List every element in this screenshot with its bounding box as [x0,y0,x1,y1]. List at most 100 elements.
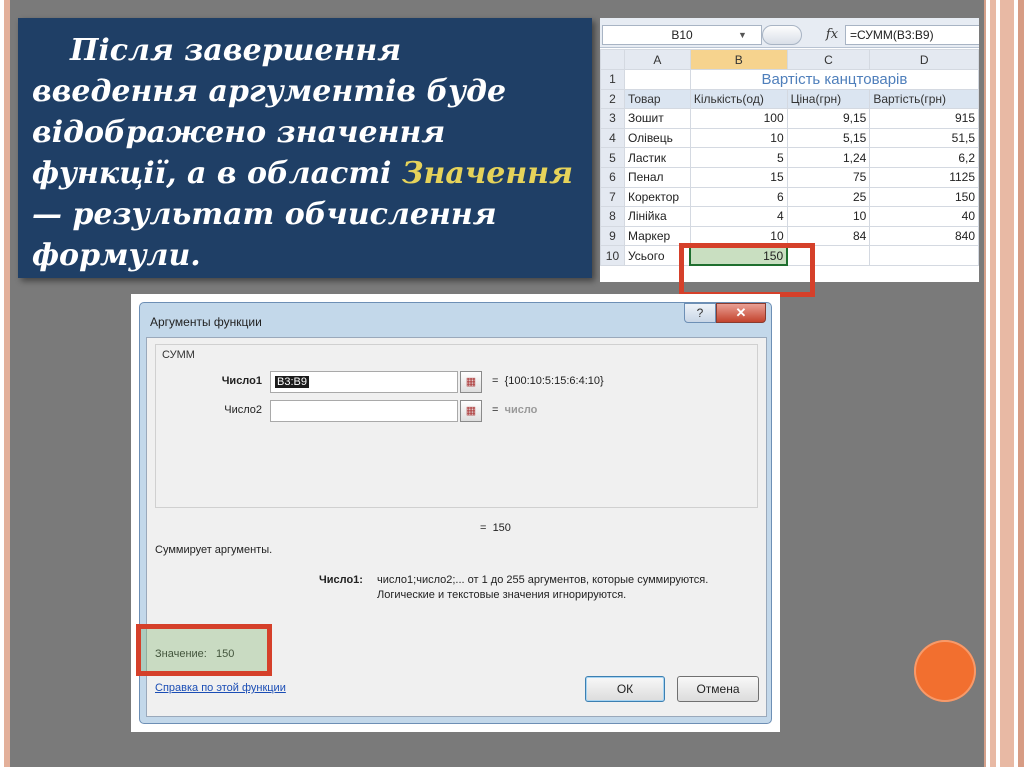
formula-result: = 150 [480,522,511,534]
arg2-label: Число2 [224,404,262,416]
row-header[interactable]: 8 [600,206,625,227]
cell-price[interactable]: 25 [786,186,871,208]
name-box[interactable]: B10 ▼ [602,25,762,45]
cell-qty[interactable]: 10 [689,127,788,149]
cell-price[interactable]: 5,15 [786,127,871,149]
cell-cost[interactable]: 915 [869,108,979,129]
table-row: 7 Коректор 6 25 150 [600,186,979,208]
cell-item[interactable]: Олівець [623,127,691,149]
column-header-b[interactable]: B [689,49,788,70]
close-button[interactable]: ✕ [716,303,766,323]
table-row: 2 Товар Кількість(од) Ціна(грн) Вартість… [600,88,979,110]
cell-cost[interactable]: 51,5 [869,127,979,149]
cell[interactable] [623,69,691,90]
cell-cost[interactable]: 1125 [869,166,979,188]
cell-price[interactable]: 10 [786,206,871,227]
arg-help-line1: число1;число2;... от 1 до 255 аргументов… [377,574,709,586]
cell-item[interactable]: Коректор [623,186,691,208]
cell-qty[interactable]: 4 [689,206,788,227]
cell-qty[interactable]: 5 [689,147,788,168]
table-row: 6 Пенал 15 75 1125 [600,166,979,188]
select-all-corner[interactable] [600,49,625,70]
highlight-frame-value [136,624,272,676]
column-header-a[interactable]: A [623,49,691,70]
cell-cost[interactable]: 6,2 [869,147,979,168]
table-row: 5 Ластик 5 1,24 6,2 [600,147,979,168]
chevron-down-icon[interactable]: ▼ [738,26,747,44]
header-cell-cost[interactable]: Вартість(грн) [869,88,979,110]
cell-cost[interactable]: 150 [869,186,979,208]
row-header[interactable]: 1 [600,69,625,90]
title-bar-buttons: ? ✕ [684,303,766,323]
formula-bar-control[interactable] [762,25,802,45]
arg1-result: = {100:10:5:15:6:4:10} [492,375,604,387]
arg1-result-value: {100:10:5:15:6:4:10} [504,375,604,387]
arg-help-line2: Логические и текстовые значения игнориру… [377,589,627,601]
collapse-dialog-icon[interactable]: ▦ [460,371,482,393]
arg2-result: = число [492,404,537,416]
cell-cost[interactable]: 840 [869,225,979,247]
help-link[interactable]: Справка по этой функции [155,682,286,694]
table-row: 1 Вартість канцтоварів [600,69,980,90]
function-description: Суммирует аргументы. [155,544,273,556]
decorative-circle [914,640,976,702]
row-header[interactable]: 3 [600,108,625,129]
table-row: 8 Лінійка 4 10 40 [600,206,979,227]
arg1-label: Число1 [221,375,262,387]
cancel-button[interactable]: Отмена [677,676,759,702]
header-cell-price[interactable]: Ціна(грн) [786,88,871,110]
arg2-input[interactable] [270,400,458,422]
column-header-d[interactable]: D [869,49,979,70]
cell-qty[interactable]: 6 [689,186,788,208]
cell[interactable] [869,245,979,266]
highlight-frame-cell [679,243,815,297]
cell-item[interactable]: Ластик [623,147,691,168]
equals-sign: = [480,522,487,534]
equals-sign: = [492,375,499,387]
cell-cost[interactable]: 40 [869,206,979,227]
left-decor-stripe [0,0,10,767]
column-header-c[interactable]: C [786,49,871,70]
arg1-value: B3:B9 [275,376,309,388]
function-name: СУММ [162,349,195,361]
table-row: 3 Зошит 100 9,15 915 [600,108,979,129]
header-cell-qty[interactable]: Кількість(од) [689,88,788,110]
formula-input[interactable]: =СУММ(B3:B9) [845,25,979,45]
table-title-cell[interactable]: Вартість канцтоварів [689,69,980,90]
collapse-dialog-icon[interactable]: ▦ [460,400,482,422]
row-header[interactable]: 6 [600,166,625,188]
insert-function-icon[interactable]: fx [822,25,842,45]
explanation-text-part2: — результат обчислення формули. [32,197,497,273]
dialog-title: Аргументы функции [150,315,262,329]
help-button[interactable]: ? [684,303,716,323]
equals-sign: = [492,404,499,416]
explanation-text-box: Після завершення введення аргументів буд… [18,18,592,278]
row-header[interactable]: 9 [600,225,625,247]
row-header[interactable]: 10 [600,245,625,266]
column-headers: A B C D [600,49,979,70]
cell-price[interactable]: 9,15 [786,108,871,129]
header-cell-item[interactable]: Товар [623,88,691,110]
right-decor-stripes [988,0,1024,767]
row-header[interactable]: 5 [600,147,625,168]
explanation-highlight: Значення [401,156,573,191]
row-header[interactable]: 7 [600,186,625,208]
cell-price[interactable]: 75 [786,166,871,188]
arg1-input[interactable]: B3:B9 [270,371,458,393]
row-header[interactable]: 2 [600,88,625,110]
cell-item[interactable]: Зошит [623,108,691,129]
cell-price[interactable]: 1,24 [786,147,871,168]
arg2-result-value: число [504,404,538,416]
ok-button[interactable]: ОК [585,676,665,702]
cell-qty[interactable]: 100 [689,108,788,129]
arg-help-label: Число1: [319,574,363,586]
formula-result-value: 150 [492,522,511,534]
cell-item[interactable]: Лінійка [623,206,691,227]
cell-item[interactable]: Пенал [623,166,691,188]
cell-qty[interactable]: 15 [689,166,788,188]
formula-bar: B10 ▼ fx =СУММ(B3:B9) [600,18,979,48]
name-box-value: B10 [671,28,693,42]
explanation-text: Після завершення введення аргументів буд… [32,30,574,276]
row-header[interactable]: 4 [600,127,625,149]
sheet-grid: A B C D 1 Вартість канцтоварів 2 Товар К… [600,49,980,267]
